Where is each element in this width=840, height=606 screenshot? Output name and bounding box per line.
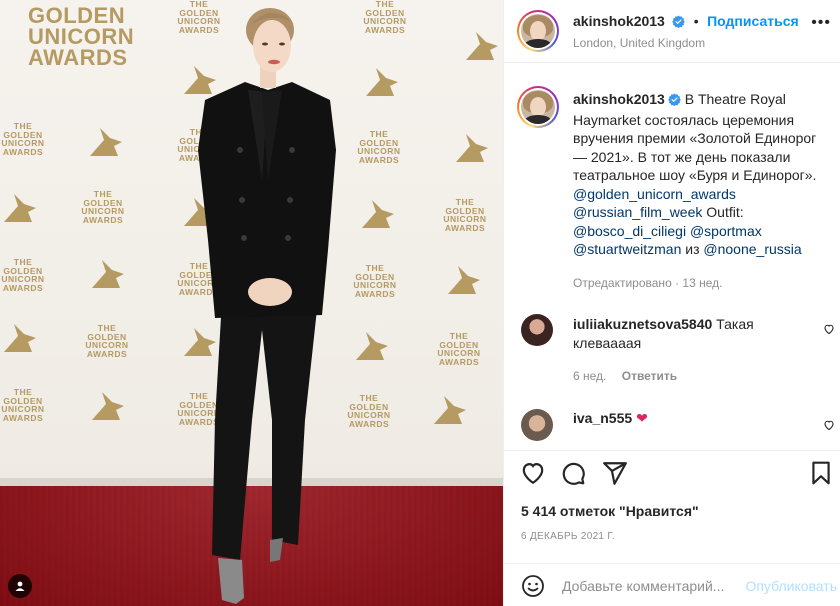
comment-icon[interactable]: [560, 460, 586, 486]
comment-meta: 6 нед. Ответить: [573, 369, 677, 383]
add-comment-bar: Добавьте комментарий... Опубликовать: [504, 563, 840, 606]
verified-badge-icon: [672, 15, 686, 33]
post-details-panel: akinshok2013 • Подписаться London, Unite…: [503, 0, 840, 606]
tagged-users-icon[interactable]: [8, 574, 32, 598]
caption-author-avatar[interactable]: [517, 86, 559, 128]
post-date[interactable]: 6 ДЕКАБРЬ 2021 Г.: [521, 531, 615, 542]
verified-badge-icon: [668, 92, 681, 111]
post-actions: 5 414 отметок "Нравится" 6 ДЕКАБРЬ 2021 …: [504, 450, 840, 570]
caption-body: Outfit:: [702, 204, 744, 220]
publish-button[interactable]: Опубликовать: [745, 578, 837, 594]
emoji-icon[interactable]: [521, 574, 545, 598]
reply-button[interactable]: Ответить: [622, 369, 677, 383]
edited-time[interactable]: 13 нед.: [682, 276, 722, 290]
author-username[interactable]: akinshok2013: [573, 13, 665, 29]
commenter-avatar[interactable]: [521, 409, 553, 441]
woman-figure: [198, 8, 336, 604]
like-comment-heart-icon[interactable]: [823, 419, 835, 431]
mention-link[interactable]: @bosco_di_ciliegi: [573, 223, 686, 239]
caption-text: akinshok2013 В Theatre Royal Haymarket с…: [573, 90, 829, 259]
mention-link[interactable]: @sportmax: [690, 223, 762, 239]
caption-username[interactable]: akinshok2013: [573, 91, 665, 107]
bookmark-icon[interactable]: [808, 460, 834, 486]
like-comment-heart-icon[interactable]: [823, 323, 835, 335]
mention-link[interactable]: @golden_unicorn_awards: [573, 186, 736, 202]
meta-separator: ·: [671, 276, 683, 290]
author-avatar[interactable]: [517, 10, 559, 52]
share-icon[interactable]: [602, 460, 628, 486]
more-options-icon[interactable]: •••: [811, 14, 831, 32]
post-location[interactable]: London, United Kingdom: [573, 36, 705, 50]
comment-text: iuliiakuznetsova5840 Такая клеваааая: [573, 315, 813, 352]
mention-link[interactable]: @noone_russia: [703, 241, 801, 257]
heart-icon[interactable]: [520, 460, 546, 486]
mention-link[interactable]: @stuartweitzman: [573, 241, 681, 257]
commenter-avatar[interactable]: [521, 314, 553, 346]
commenter-username[interactable]: iva_n555: [573, 410, 632, 426]
likes-count[interactable]: 5 414 отметок "Нравится": [521, 503, 699, 519]
comment-text: iva_n555 ❤: [573, 409, 813, 428]
caption-body: из: [681, 241, 704, 257]
comment-input[interactable]: Добавьте комментарий...: [562, 578, 724, 594]
heart-emoji: ❤: [636, 410, 648, 426]
edited-meta: Отредактировано · 13 нед.: [573, 276, 722, 290]
separator-dot: •: [693, 13, 699, 29]
post-photo[interactable]: GOLDEN UNICORN AWARDS THE GOLDEN UNICORN AW…: [0, 0, 503, 606]
commenter-username[interactable]: iuliiakuznetsova5840: [573, 316, 712, 332]
post-header: akinshok2013 • Подписаться London, Unite…: [504, 0, 840, 63]
edited-label: Отредактировано: [573, 276, 672, 290]
mention-link[interactable]: @russian_film_week: [573, 204, 702, 220]
follow-button[interactable]: Подписаться: [707, 13, 799, 29]
comment-time[interactable]: 6 нед.: [573, 369, 606, 383]
